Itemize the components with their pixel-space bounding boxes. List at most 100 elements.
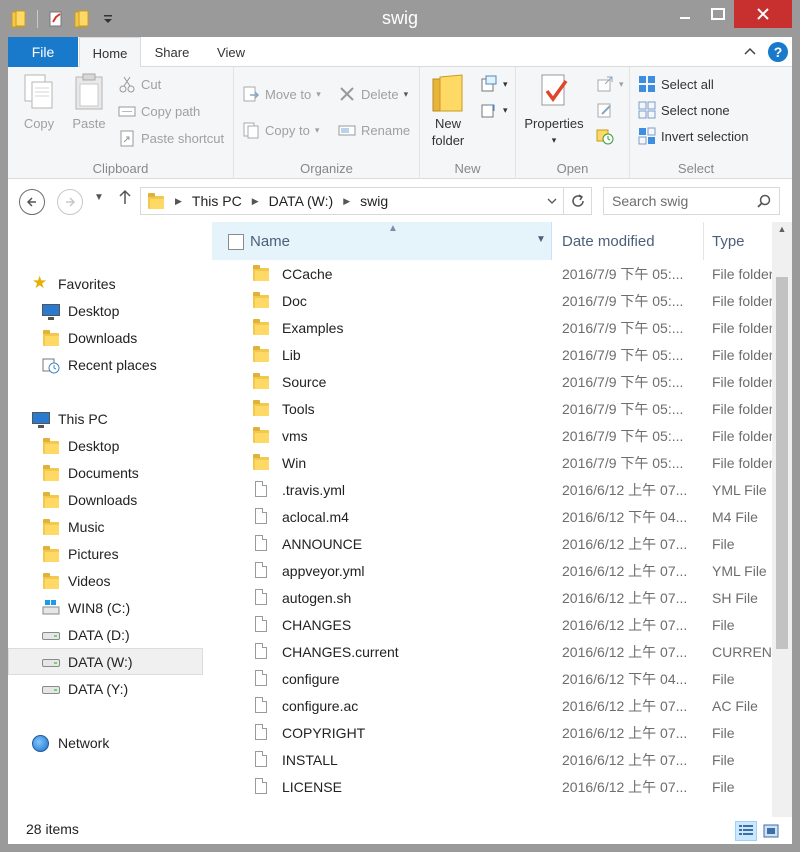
nav-data-y[interactable]: DATA (Y:): [8, 675, 203, 702]
folder-icon: [252, 426, 270, 444]
nav-win8-c[interactable]: WIN8 (C:): [8, 594, 203, 621]
folder-row[interactable]: Tools 2016/7/9 下午 05:... File folder: [208, 395, 772, 422]
ribbon-tabs: File Home Share View ?: [8, 37, 792, 68]
file-row[interactable]: autogen.sh 2016/6/12 上午 07... SH File: [208, 584, 772, 611]
new-folder-button[interactable]: New folder: [426, 73, 470, 149]
recent-locations-icon[interactable]: ▼: [94, 192, 104, 203]
minimize-button[interactable]: [668, 0, 702, 28]
file-row[interactable]: .travis.yml 2016/6/12 上午 07... YML File: [208, 476, 772, 503]
nav-this-pc[interactable]: This PC: [8, 405, 203, 432]
select-all-button[interactable]: Select all: [638, 73, 714, 95]
column-header-name[interactable]: Name ▲ ▼: [212, 222, 552, 260]
nav-data-d[interactable]: DATA (D:): [8, 621, 203, 648]
nav-recent-places[interactable]: Recent places: [8, 351, 203, 378]
status-bar: 28 items: [8, 817, 792, 844]
paste-button[interactable]: Paste: [66, 73, 112, 132]
chevron-right-icon[interactable]: ▶: [343, 196, 350, 207]
nav-favorites[interactable]: ★ Favorites: [8, 270, 203, 297]
row-date-modified: 2016/6/12 上午 07...: [562, 481, 688, 498]
folder-row[interactable]: vms 2016/7/9 下午 05:... File folder: [208, 422, 772, 449]
properties-button[interactable]: Properties ▾: [520, 73, 588, 149]
nav-data-w[interactable]: DATA (W:): [8, 648, 203, 675]
nav-pictures-label: Pictures: [68, 545, 119, 562]
cut-button[interactable]: Cut: [118, 73, 161, 95]
help-icon[interactable]: ?: [768, 42, 788, 62]
minimize-ribbon-icon[interactable]: [744, 43, 756, 59]
file-row[interactable]: CHANGES 2016/6/12 上午 07... File: [208, 611, 772, 638]
forward-button[interactable]: [57, 189, 83, 215]
nav-videos[interactable]: Videos: [8, 567, 203, 594]
nav-downloads[interactable]: Downloads: [8, 486, 203, 513]
vertical-scroll-thumb[interactable]: [776, 277, 788, 649]
tab-home[interactable]: Home: [79, 37, 141, 68]
file-row[interactable]: INSTALL 2016/6/12 上午 07... File: [208, 746, 772, 773]
folder-row[interactable]: CCache 2016/7/9 下午 05:... File folder: [208, 260, 772, 287]
column-header-type[interactable]: Type: [705, 222, 772, 260]
chevron-right-icon[interactable]: ▶: [252, 196, 259, 207]
nav-desktop[interactable]: Desktop: [8, 432, 203, 459]
copy-path-button[interactable]: Copy path: [118, 100, 200, 122]
file-row[interactable]: configure.ac 2016/6/12 上午 07... AC File: [208, 692, 772, 719]
close-button[interactable]: [734, 0, 792, 28]
copy-button[interactable]: Copy: [16, 73, 62, 132]
nav-fav-downloads[interactable]: Downloads: [8, 324, 203, 351]
nav-network[interactable]: Network: [8, 729, 203, 756]
address-bar[interactable]: ▶ This PC ▶ DATA (W:) ▶ swig: [140, 187, 564, 215]
search-input[interactable]: Search swig: [603, 187, 780, 215]
column-filter-dropdown-icon[interactable]: ▼: [536, 234, 546, 245]
file-row[interactable]: CHANGES.current 2016/6/12 上午 07... CURRENT: [208, 638, 772, 665]
easy-access-button[interactable]: ▾: [480, 99, 508, 121]
breadcrumb-data-w[interactable]: DATA (W:): [269, 193, 334, 209]
row-name: configure.ac: [282, 697, 359, 714]
vertical-scrollbar[interactable]: ▲ ▼: [772, 222, 792, 833]
large-icons-view-button[interactable]: [760, 821, 782, 841]
nav-documents[interactable]: Documents: [8, 459, 203, 486]
delete-button[interactable]: Delete ▾: [338, 83, 408, 105]
tab-file[interactable]: File: [8, 37, 78, 67]
ribbon: Copy Paste Cut Copy path Paste shortcut …: [8, 67, 792, 179]
file-row[interactable]: ANNOUNCE 2016/6/12 上午 07... File: [208, 530, 772, 557]
folder-row[interactable]: Examples 2016/7/9 下午 05:... File folder: [208, 314, 772, 341]
address-history-dropdown[interactable]: [541, 188, 563, 214]
up-button[interactable]: [118, 189, 132, 210]
refresh-button[interactable]: [564, 187, 592, 215]
file-row[interactable]: aclocal.m4 2016/6/12 下午 04... M4 File: [208, 503, 772, 530]
open-button[interactable]: ▾: [596, 73, 624, 95]
title-bar[interactable]: swig: [0, 0, 800, 37]
edit-button[interactable]: [596, 99, 614, 121]
nav-recent-places-label: Recent places: [68, 356, 157, 373]
folder-row[interactable]: Doc 2016/7/9 下午 05:... File folder: [208, 287, 772, 314]
history-icon: [596, 127, 614, 145]
select-none-button[interactable]: Select none: [638, 99, 730, 121]
breadcrumb-swig[interactable]: swig: [360, 193, 388, 209]
folder-row[interactable]: Lib 2016/7/9 下午 05:... File folder: [208, 341, 772, 368]
copy-to-button[interactable]: Copy to ▾: [242, 119, 319, 141]
nav-fav-desktop[interactable]: Desktop: [8, 297, 203, 324]
file-row[interactable]: appveyor.yml 2016/6/12 上午 07... YML File: [208, 557, 772, 584]
move-to-button[interactable]: Move to ▾: [242, 83, 321, 105]
details-view-button[interactable]: [735, 821, 757, 841]
nav-music[interactable]: Music: [8, 513, 203, 540]
rename-button[interactable]: Rename: [338, 119, 410, 141]
new-item-button[interactable]: ▾: [480, 73, 508, 95]
column-header-date[interactable]: Date modified: [554, 222, 704, 260]
nav-pictures[interactable]: Pictures: [8, 540, 203, 567]
file-row[interactable]: LICENSE 2016/6/12 上午 07... File: [208, 773, 772, 800]
row-date-modified: 2016/7/9 下午 05:...: [562, 346, 684, 363]
file-row[interactable]: configure 2016/6/12 下午 04... File: [208, 665, 772, 692]
breadcrumb-this-pc[interactable]: This PC: [192, 193, 242, 209]
scroll-up-icon[interactable]: ▲: [772, 224, 792, 234]
folder-row[interactable]: Source 2016/7/9 下午 05:... File folder: [208, 368, 772, 395]
file-row[interactable]: COPYRIGHT 2016/6/12 上午 07... File: [208, 719, 772, 746]
tab-view[interactable]: View: [206, 37, 256, 68]
folder-row[interactable]: Win 2016/7/9 下午 05:... File folder: [208, 449, 772, 476]
tab-share[interactable]: Share: [146, 37, 198, 68]
back-button[interactable]: [19, 189, 45, 215]
select-all-checkbox[interactable]: [228, 234, 244, 250]
invert-selection-button[interactable]: Invert selection: [638, 125, 748, 147]
delete-label: Delete: [361, 86, 399, 102]
chevron-right-icon[interactable]: ▶: [175, 196, 182, 207]
history-button[interactable]: [596, 125, 614, 147]
maximize-button[interactable]: [702, 0, 734, 28]
paste-shortcut-button[interactable]: Paste shortcut: [118, 127, 224, 149]
